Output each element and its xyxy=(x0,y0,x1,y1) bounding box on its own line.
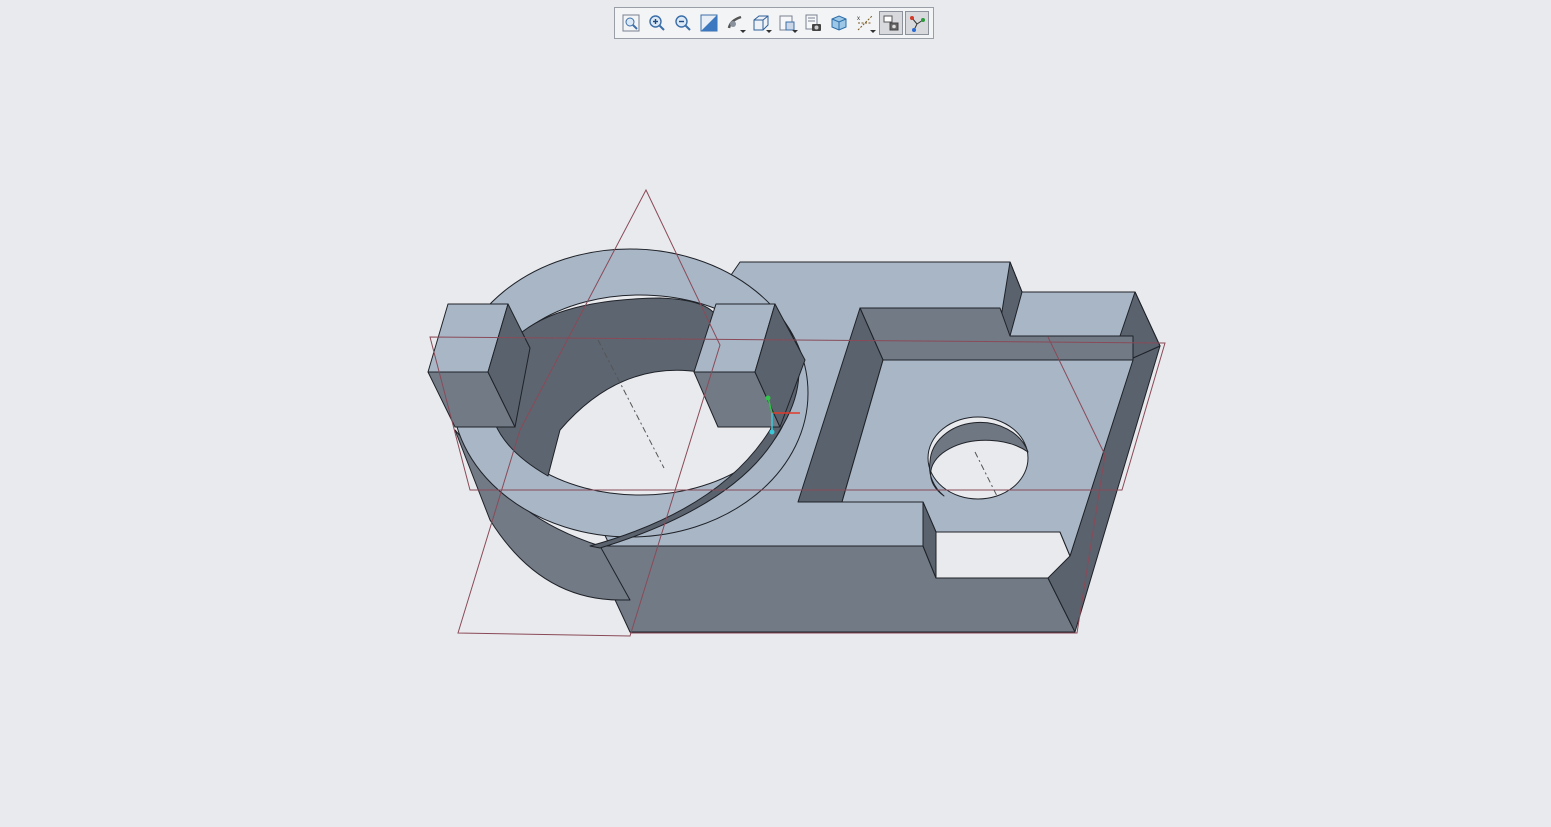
cad-part-model[interactable] xyxy=(427,248,1161,633)
datum-display-icon: x xyxy=(857,15,873,31)
zoom-in-button[interactable] xyxy=(645,11,669,35)
repaint-button[interactable] xyxy=(697,11,721,35)
model-viewport[interactable] xyxy=(0,0,1551,827)
saved-views-button[interactable] xyxy=(775,11,799,35)
refit-icon xyxy=(622,14,640,32)
perspective-view-icon xyxy=(831,15,847,31)
saved-views-icon xyxy=(779,15,795,31)
repaint-icon xyxy=(700,14,718,32)
csys-z-tip xyxy=(769,429,775,435)
graphics-toolbar: x xyxy=(614,7,934,39)
display-style-icon xyxy=(753,15,769,31)
zoom-out-button[interactable] xyxy=(671,11,695,35)
annotation-display-icon xyxy=(883,15,899,31)
spin-center-icon xyxy=(910,16,925,32)
refit-button[interactable] xyxy=(619,11,643,35)
zoom-out-icon xyxy=(675,15,691,31)
spin-center-button[interactable] xyxy=(905,11,929,35)
view-manager-icon xyxy=(805,14,821,31)
base-front-face xyxy=(589,545,1076,633)
svg-text:x: x xyxy=(857,16,860,22)
reorient-button[interactable] xyxy=(723,11,747,35)
zoom-in-icon xyxy=(649,15,665,31)
view-manager-button[interactable] xyxy=(801,11,825,35)
annotation-display-button[interactable] xyxy=(879,11,903,35)
csys-y-tip xyxy=(765,395,771,401)
perspective-view-button[interactable] xyxy=(827,11,851,35)
display-style-button[interactable] xyxy=(749,11,773,35)
reorient-icon xyxy=(727,15,742,29)
datum-display-button[interactable]: x xyxy=(853,11,877,35)
